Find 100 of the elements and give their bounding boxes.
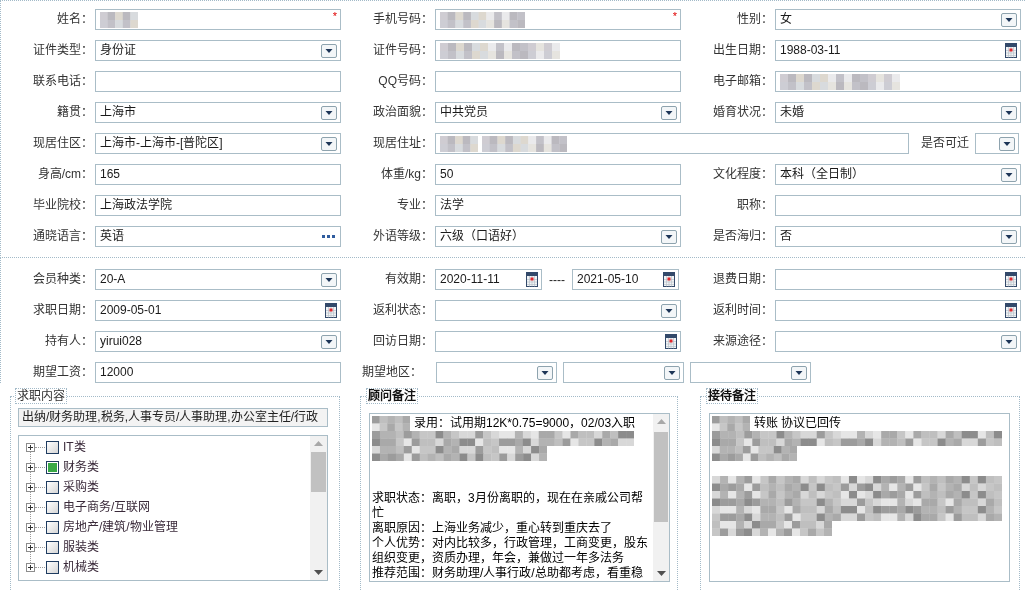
scrollbar[interactable] [310,436,327,580]
more-icon[interactable] [322,235,335,238]
redaction-mosaic-drawing [100,11,138,28]
date-field[interactable]: 2009-05-01 [95,300,341,321]
select-field[interactable]: 上海市 [95,102,341,123]
calendar-icon[interactable] [526,272,538,287]
picker-field[interactable]: 英语 [95,226,341,247]
expand-icon[interactable] [26,462,35,472]
date-field[interactable]: 2020-11-11 [435,269,542,290]
checkbox[interactable] [46,560,59,574]
field-label: 退费日期： [713,272,773,287]
select-field[interactable] [690,362,811,383]
select-field[interactable]: 上海市-上海市-[普陀区] [95,133,341,154]
field-label: 籍贯： [57,105,93,120]
text-field[interactable] [435,40,681,61]
tree-item-label[interactable]: 服装类 [63,539,99,555]
field-label: 专业： [397,198,433,213]
text-field[interactable] [435,133,909,154]
calendar-icon[interactable] [1005,272,1017,287]
select-field[interactable]: 中共党员 [435,102,681,123]
field-label: 职称： [737,198,773,213]
checkbox[interactable] [46,540,59,554]
scroll-thumb[interactable] [654,432,668,522]
field-label: 是否海归： [713,229,773,244]
calendar-icon[interactable] [1005,43,1017,58]
select-field[interactable] [435,300,681,321]
expand-icon[interactable] [26,542,35,552]
field-label: 体重/kg： [381,167,433,182]
select-field[interactable]: 六级（口语好） [435,226,681,247]
text-field[interactable]: 上海政法学院 [95,195,341,216]
tree-item-label[interactable]: 机械类 [63,559,99,575]
field-label: 期望工资： [33,365,93,380]
expand-icon[interactable] [26,442,35,452]
field-label: 有效期： [385,272,433,287]
scroll-down-arrow-icon[interactable] [314,570,323,575]
calendar-icon[interactable] [663,272,675,287]
scrollbar[interactable] [653,414,669,581]
notes-field[interactable]: 录用：试用期12K*0.75=9000，02/03入职 求职状态：离职，3月份离职的，现在在亲戚公司帮忙 离职原因：上海业务减少，重心转到重庆去了 个人优势：对内比较多，行政管理，工商变更，股东组织变更，资质办理，年会，兼做过一年多法务 推荐范围：财务助理/人事行政/总助都考虑，看重稳 [369,413,670,582]
checkbox[interactable] [46,520,59,534]
tree-item-label[interactable]: 房地产/建筑/物业管理 [63,519,178,535]
expand-icon[interactable] [26,482,35,492]
tree-item-label[interactable]: 财务类 [63,459,99,475]
text-field[interactable]: * [95,9,341,30]
field-label: 身高/cm： [37,167,93,182]
text-field[interactable] [775,195,1021,216]
select-field[interactable] [975,133,1019,154]
field-label: 外语等级： [373,229,433,244]
text-field[interactable]: 12000 [95,362,341,383]
field-label: 会员种类： [33,272,93,287]
tree-item-label[interactable]: 采购类 [63,479,99,495]
required-marker: * [672,11,677,22]
checkbox[interactable] [46,500,59,514]
select-field[interactable]: 本科（全日制） [775,164,1021,185]
field-label: 文化程度： [713,167,773,182]
scroll-down-arrow-icon[interactable] [656,571,666,576]
text-field[interactable]: 165 [95,164,341,185]
scroll-thumb[interactable] [311,452,326,492]
calendar-icon[interactable] [325,303,337,318]
select-field[interactable]: 20-A [95,269,341,290]
expand-icon[interactable] [26,522,35,532]
text-field[interactable]: 法学 [435,195,681,216]
select-field[interactable] [436,362,557,383]
date-field[interactable] [435,331,681,352]
field-label: 姓名： [57,12,93,27]
checkbox[interactable] [46,440,59,454]
date-field[interactable] [775,300,1021,321]
text-field[interactable] [775,71,1021,92]
field-label: 证件类型： [33,43,93,58]
tree-item-label[interactable]: 电子商务/互联网 [63,499,151,515]
select-field[interactable]: 女 [775,9,1021,30]
select-field[interactable]: yirui028 [95,331,341,352]
panel-legend: 求职内容 [15,388,67,404]
select-field[interactable] [563,362,684,383]
field-label: QQ号码： [378,74,433,89]
field-label: 婚育状况： [713,105,773,120]
tree-item-label[interactable]: IT类 [63,439,86,455]
date-field[interactable]: 2021-05-10 [572,269,679,290]
field-label: 返利状态： [373,303,433,318]
checkbox[interactable] [46,460,59,474]
text-field[interactable] [435,71,681,92]
select-field[interactable]: 否 [775,226,1021,247]
select-field[interactable]: 身份证 [95,40,341,61]
field-label: 来源途径： [713,334,773,349]
expand-icon[interactable] [26,502,35,512]
text-field[interactable]: 出纳/财务助理,税务,人事专员/人事助理,办公室主任/行政 [18,408,328,427]
text-field[interactable]: 50 [435,164,681,185]
select-field[interactable]: 未婚 [775,102,1021,123]
select-field[interactable] [775,331,1021,352]
notes-field[interactable]: 转账 协议已回传 [709,413,1010,582]
date-field[interactable]: 1988-03-11 [775,40,1021,61]
calendar-icon[interactable] [665,334,677,349]
field-label: 出生日期： [713,43,773,58]
expand-icon[interactable] [26,562,35,572]
checkbox[interactable] [46,480,59,494]
text-field[interactable]: * [435,9,681,30]
text-field[interactable] [95,71,341,92]
calendar-icon[interactable] [1005,303,1017,318]
date-field[interactable] [775,269,1021,290]
field-label: 联系电话： [33,74,93,89]
field-label: 性别： [737,12,773,27]
